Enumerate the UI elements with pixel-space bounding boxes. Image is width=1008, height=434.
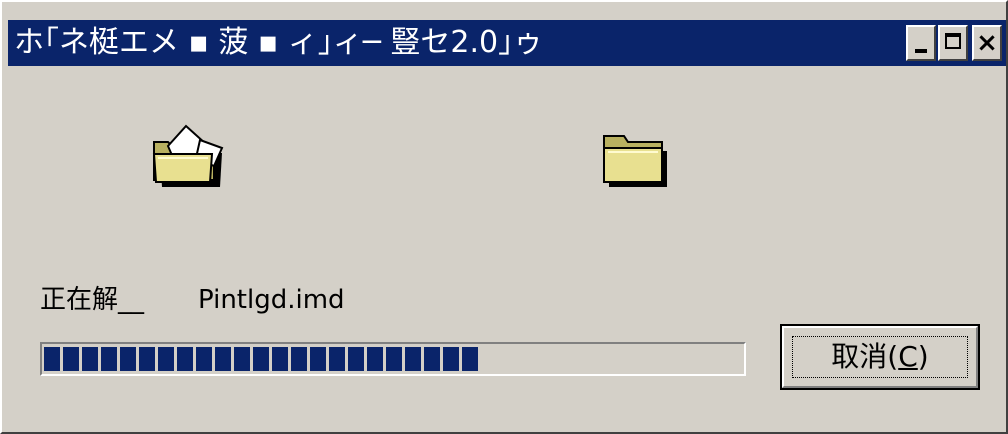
progress-segment [63, 347, 79, 371]
maximize-button[interactable] [938, 25, 968, 61]
progress-segment [158, 347, 174, 371]
progress-segment [215, 347, 231, 371]
progress-segment [424, 347, 440, 371]
minimize-icon [915, 49, 927, 53]
progress-segment [139, 347, 155, 371]
current-file-name: Pintlgd.imd [198, 285, 345, 315]
title-bar[interactable]: ホ｢ネ梃エメ ▪ 菠 ▪ ィ｣ィ─ 豎セ2.0｣ゥ × [8, 20, 1006, 66]
maximize-icon [945, 33, 961, 49]
progress-segment [272, 347, 288, 371]
progress-segment [177, 347, 193, 371]
progress-segment [367, 347, 383, 371]
progress-segment [405, 347, 421, 371]
progress-segment [101, 347, 117, 371]
progress-segment [120, 347, 136, 371]
minimize-button[interactable] [906, 25, 936, 61]
progress-segment [291, 347, 307, 371]
progress-segment [310, 347, 326, 371]
progress-segment [329, 347, 345, 371]
progress-segment [386, 347, 402, 371]
status-label: 正在解__ [40, 285, 145, 315]
progress-fill [44, 347, 481, 371]
progress-segment [462, 347, 478, 371]
closed-folder-icon [603, 135, 667, 187]
extract-progress-bar [40, 342, 746, 376]
progress-segment [443, 347, 459, 371]
progress-segment [82, 347, 98, 371]
open-folder-with-files-icon [152, 124, 224, 187]
window-title: ホ｢ネ梃エメ ▪ 菠 ▪ ィ｣ィ─ 豎セ2.0｣ゥ [14, 25, 544, 60]
cancel-button-label: 取消(C) [831, 340, 929, 373]
progress-segment [196, 347, 212, 371]
close-button[interactable]: × [972, 25, 1002, 61]
cancel-button[interactable]: 取消(C) [780, 324, 980, 390]
cancel-mnemonic: C [898, 340, 918, 373]
progress-segment [44, 347, 60, 371]
progress-segment [253, 347, 269, 371]
close-icon: × [976, 28, 998, 58]
progress-segment [348, 347, 364, 371]
progress-segment [234, 347, 250, 371]
extract-dialog-window: ホ｢ネ梃エメ ▪ 菠 ▪ ィ｣ィ─ 豎セ2.0｣ゥ × 正在解__ Pintlg… [0, 0, 1008, 434]
